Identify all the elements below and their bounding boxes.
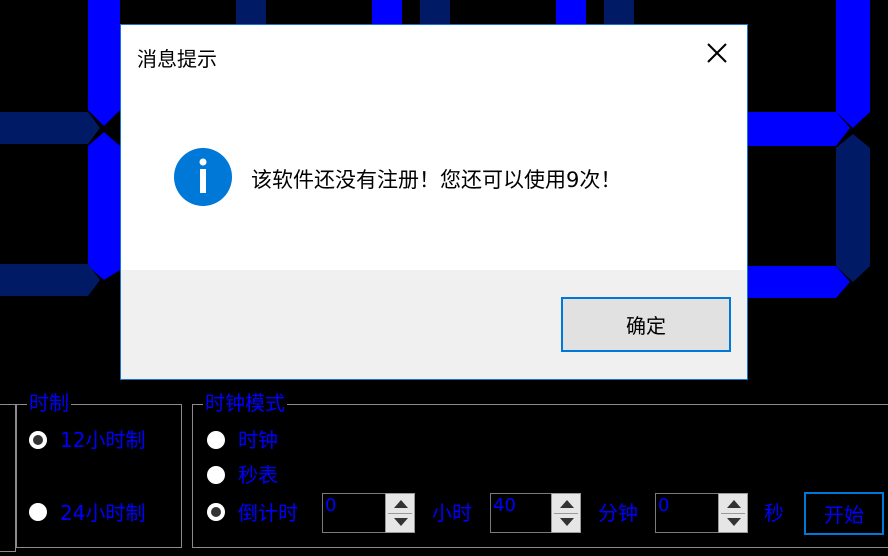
spin-down-icon[interactable] [394,518,408,526]
radio-12-hour[interactable] [29,431,47,449]
spin-up-icon[interactable] [560,500,574,508]
hour-format-group-title: 时制 [27,391,71,415]
ok-button[interactable]: 确定 [561,297,731,352]
segment [836,0,870,128]
spin-up-icon[interactable] [727,500,741,508]
start-button[interactable]: 开始 [804,492,884,535]
radio-stopwatch-label[interactable]: 秒表 [238,463,278,487]
dialog-footer: 确定 [121,270,747,379]
seconds-input[interactable]: 0 [655,493,719,533]
clock-mode-group-title: 时钟模式 [203,391,287,415]
segment [748,266,850,298]
message-dialog: 消息提示 该软件还没有注册！您还可以使用9次！ 确定 [120,24,748,380]
minutes-input[interactable]: 40 [490,493,552,533]
radio-clock[interactable] [207,431,225,449]
hours-unit-label: 小时 [432,501,472,525]
minutes-unit-label: 分钟 [598,501,638,525]
segment [88,132,120,280]
segment [0,112,100,144]
segment [0,264,100,296]
spin-down-icon[interactable] [727,518,741,526]
radio-24-hour[interactable] [29,503,47,521]
info-icon [174,148,232,206]
segment [236,0,266,24]
radio-24-hour-label[interactable]: 24小时制 [60,501,145,525]
segment [604,0,634,24]
radio-clock-label[interactable]: 时钟 [238,428,278,452]
spin-down-icon[interactable] [560,518,574,526]
close-icon[interactable] [703,39,731,67]
segment [88,0,120,126]
seconds-spinner[interactable] [718,493,748,533]
radio-stopwatch[interactable] [207,466,225,484]
minutes-spinner[interactable] [551,493,581,533]
dialog-title: 消息提示 [137,47,217,71]
hour-format-group: 时制 [16,391,182,548]
left-edge-group [0,404,16,552]
spin-up-icon[interactable] [394,500,408,508]
radio-countdown[interactable] [207,503,225,521]
hours-input[interactable]: 0 [322,493,386,533]
segment [420,0,450,24]
segment [748,112,850,146]
radio-12-hour-label[interactable]: 12小时制 [60,428,145,452]
hours-spinner[interactable] [385,493,415,533]
segment [836,134,870,282]
dialog-message: 该软件还没有注册！您还可以使用9次！ [251,168,622,192]
seconds-unit-label: 秒 [764,501,784,525]
segment [556,0,586,24]
radio-countdown-label[interactable]: 倒计时 [238,501,298,525]
segment [372,0,402,24]
